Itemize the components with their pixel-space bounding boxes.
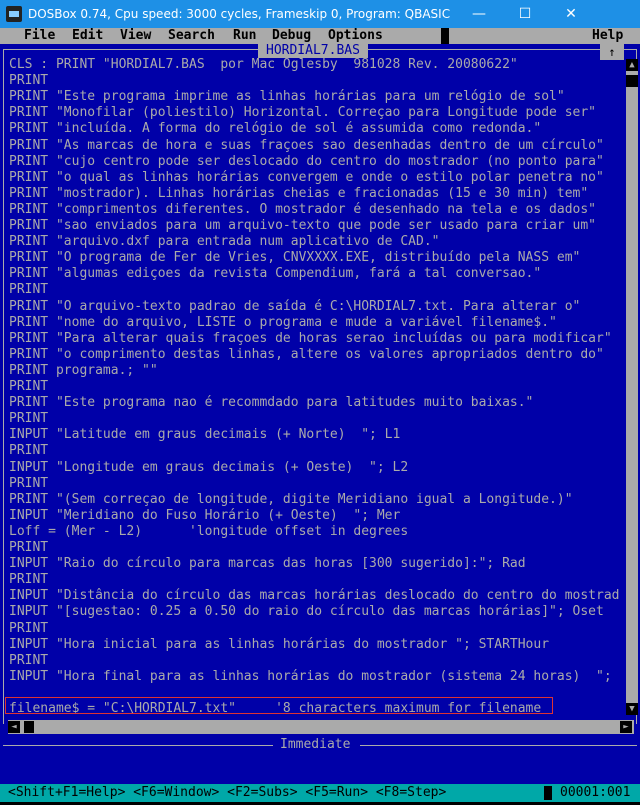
code-line[interactable]: PRINT "nome do arquivo, LISTE o programa… (9, 315, 557, 331)
editor-file-title: HORDIAL7.BAS (258, 44, 368, 58)
scroll-down-arrow-icon[interactable]: ▼ (626, 703, 638, 715)
code-line[interactable]: PRINT "(Sem correçao de longitude, digit… (9, 492, 573, 508)
menu-search[interactable]: Search (168, 28, 215, 44)
horizontal-scrollbar[interactable]: ◄ ► (8, 720, 634, 734)
immediate-title: Immediate (280, 737, 351, 752)
code-line[interactable]: PRINT (9, 572, 48, 588)
maximize-button[interactable]: ☐ (502, 0, 548, 28)
code-line[interactable]: PRINT (9, 621, 48, 637)
code-line[interactable]: INPUT "Raio do círculo para marcas das h… (9, 556, 526, 572)
menu-file[interactable]: File (24, 28, 55, 44)
status-shortcuts: <Shift+F1=Help> <F6=Window> <F2=Subs> <F… (8, 785, 447, 800)
menu-debug[interactable]: Debug (272, 28, 311, 44)
code-line[interactable]: PRINT "As marcas de hora e suas fraçoes … (9, 138, 604, 154)
code-area[interactable]: CLS : PRINT "HORDIAL7.BAS por Mac Oglesb… (9, 57, 629, 717)
code-line[interactable]: PRINT "arquivo.dxf para entrada num apli… (9, 234, 439, 250)
code-line[interactable]: PRINT "Este programa imprime as linhas h… (9, 89, 565, 105)
immediate-frame-left-rule (3, 745, 273, 746)
dosbox-app-icon (6, 6, 22, 22)
code-line[interactable]: INPUT "Hora inicial para as linhas horár… (9, 637, 549, 653)
current-line-highlight (5, 697, 553, 714)
code-line[interactable]: INPUT "Latitude em graus decimais (+ Nor… (9, 427, 400, 443)
code-line[interactable]: INPUT "Longitude em graus decimais (+ Oe… (9, 460, 408, 476)
minimize-button[interactable]: — (456, 0, 502, 28)
scroll-left-arrow-icon[interactable]: ◄ (8, 721, 20, 733)
code-line[interactable]: PRINT (9, 379, 48, 395)
cursor-position: 00001:001 (560, 785, 631, 800)
menu-options[interactable]: Options (328, 28, 383, 44)
code-line[interactable]: PRINT "Para alterar quais fraçoes de hor… (9, 331, 612, 347)
code-line[interactable]: PRINT (9, 282, 48, 298)
code-line[interactable]: PRINT "sao enviados para um arquivo-text… (9, 218, 596, 234)
menu-help[interactable]: Help (592, 28, 623, 44)
code-line[interactable]: PRINT (9, 653, 48, 669)
code-line[interactable]: PRINT "comprimentos diferentes. O mostra… (9, 202, 596, 218)
code-line[interactable]: PRINT (9, 411, 48, 427)
code-line[interactable]: CLS : PRINT "HORDIAL7.BAS por Mac Oglesb… (9, 57, 518, 73)
menu-bar-cursor-block (441, 28, 449, 44)
menu-view[interactable]: View (120, 28, 151, 44)
scroll-right-arrow-icon[interactable]: ► (620, 721, 632, 733)
code-line[interactable]: PRINT programa.; "" (9, 363, 158, 379)
immediate-frame-right-rule (360, 745, 637, 746)
vertical-scrollbar[interactable]: ▲ ▼ (626, 59, 638, 715)
window-title: DOSBox 0.74, Cpu speed: 3000 cycles, Fra… (28, 7, 451, 21)
code-line[interactable]: PRINT "mostrador). Linhas horárias cheia… (9, 186, 588, 202)
code-line[interactable]: Loff = (Mer - L2) 'longitude offset in d… (9, 524, 408, 540)
code-line[interactable]: PRINT "Monofilar (poliestilo) Horizontal… (9, 105, 596, 121)
code-line[interactable]: PRINT "algumas ediçoes da revista Compen… (9, 266, 541, 282)
code-line[interactable]: PRINT "o qual as linhas horárias converg… (9, 170, 604, 186)
code-line[interactable]: PRINT "Este programa nao é recommdado pa… (9, 395, 533, 411)
code-line[interactable]: PRINT "o comprimento destas linhas, alte… (9, 347, 604, 363)
menu-bar: File Edit View Search Run Debug Options … (0, 28, 640, 44)
close-button[interactable]: ✕ (548, 0, 594, 28)
code-line[interactable]: INPUT "[sugestao: 0.25 a 0.50 do raio do… (9, 604, 604, 620)
immediate-window[interactable]: Immediate (0, 735, 640, 783)
horizontal-scroll-thumb[interactable] (24, 721, 34, 733)
code-line[interactable]: PRINT "O programa de Fer de Vries, CNVXX… (9, 250, 580, 266)
code-line[interactable]: PRINT "cujo centro pode ser deslocado do… (9, 154, 604, 170)
code-line[interactable]: PRINT (9, 443, 48, 459)
status-separator (544, 786, 552, 800)
status-bar: <Shift+F1=Help> <F6=Window> <F2=Subs> <F… (0, 784, 640, 802)
editor-frame-left (3, 49, 4, 724)
code-line[interactable]: PRINT "O arquivo-texto padrao de saída é… (9, 299, 580, 315)
code-line[interactable]: PRINT (9, 540, 48, 556)
code-line[interactable]: PRINT "incluída. A forma do relógio de s… (9, 121, 541, 137)
menu-run[interactable]: Run (233, 28, 256, 44)
vertical-scroll-thumb[interactable] (626, 75, 638, 87)
scroll-up-arrow-icon[interactable]: ▲ (626, 59, 638, 71)
menu-edit[interactable]: Edit (72, 28, 103, 44)
code-line[interactable]: INPUT "Hora final para as linhas horária… (9, 669, 612, 685)
editor-window[interactable]: HORDIAL7.BAS ↑ CLS : PRINT "HORDIAL7.BAS… (0, 44, 640, 724)
code-line[interactable]: INPUT "Meridiano do Fuso Horário (+ Oest… (9, 508, 400, 524)
code-line[interactable]: PRINT (9, 476, 48, 492)
window-title-bar: DOSBox 0.74, Cpu speed: 3000 cycles, Fra… (0, 0, 640, 28)
code-line[interactable]: INPUT "Distância do círculo das marcas h… (9, 588, 619, 604)
code-line[interactable]: PRINT (9, 73, 48, 89)
